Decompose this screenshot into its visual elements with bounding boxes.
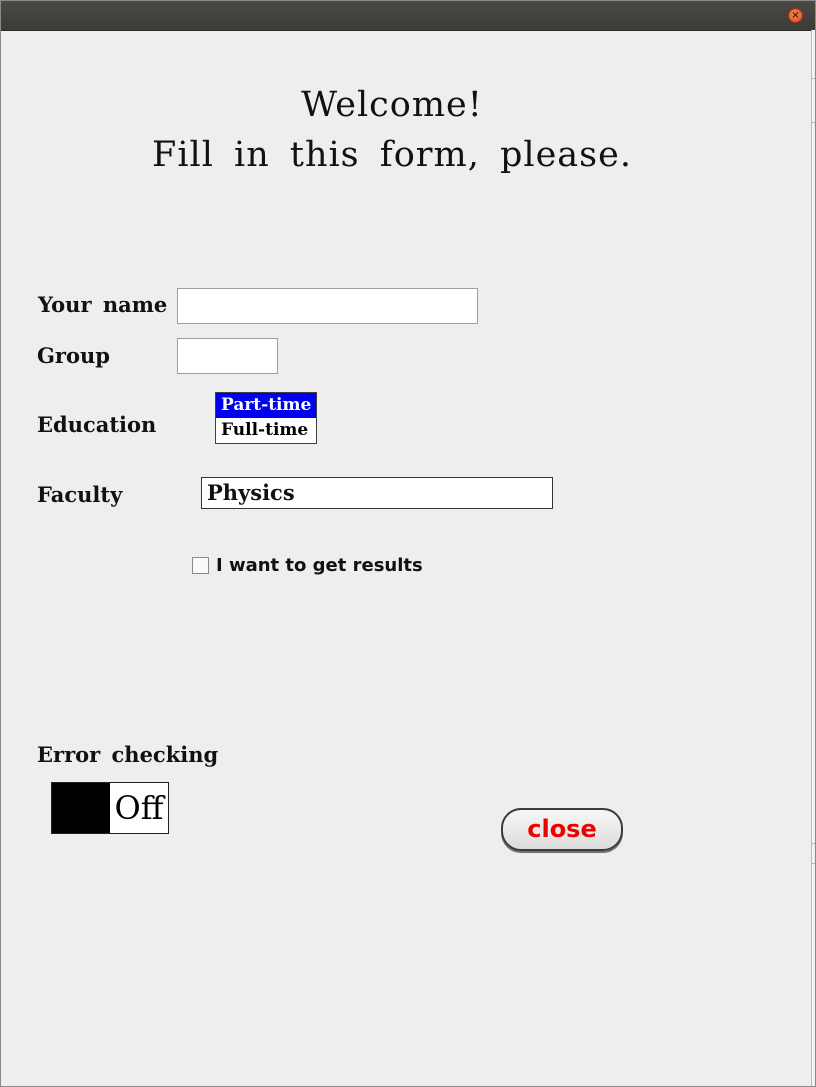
results-checkbox-label[interactable]: I want to get results: [216, 555, 423, 576]
instruction-heading: Fill in this form, please.: [152, 135, 632, 175]
window-close-icon[interactable]: ×: [788, 8, 803, 23]
name-input[interactable]: [177, 288, 478, 324]
title-bar: ×: [1, 1, 815, 31]
error-checking-toggle[interactable]: Off: [51, 782, 169, 834]
group-label: Group: [37, 343, 110, 368]
edge-tick: [811, 843, 815, 844]
education-option-part-time[interactable]: Part-time: [216, 393, 316, 418]
toggle-knob[interactable]: [52, 783, 110, 833]
toggle-state-text: Off: [114, 789, 164, 827]
education-label: Education: [37, 412, 157, 437]
group-input[interactable]: [177, 338, 278, 374]
results-checkbox[interactable]: [192, 557, 209, 574]
faculty-label: Faculty: [37, 482, 123, 507]
edge-tick: [811, 122, 815, 123]
education-option-full-time[interactable]: Full-time: [216, 418, 316, 443]
app-window: × Welcome! Fill in this form, please. Yo…: [0, 0, 816, 1087]
edge-tick: [811, 863, 815, 864]
window-right-edge: [811, 30, 815, 1086]
error-checking-label: Error checking: [37, 742, 219, 767]
education-listbox[interactable]: Part-time Full-time: [215, 392, 317, 444]
welcome-heading: Welcome!: [301, 85, 483, 125]
edge-tick: [811, 78, 815, 79]
close-button[interactable]: close: [501, 808, 623, 851]
faculty-field[interactable]: Physics: [201, 477, 553, 509]
name-label: Your name: [38, 292, 168, 317]
